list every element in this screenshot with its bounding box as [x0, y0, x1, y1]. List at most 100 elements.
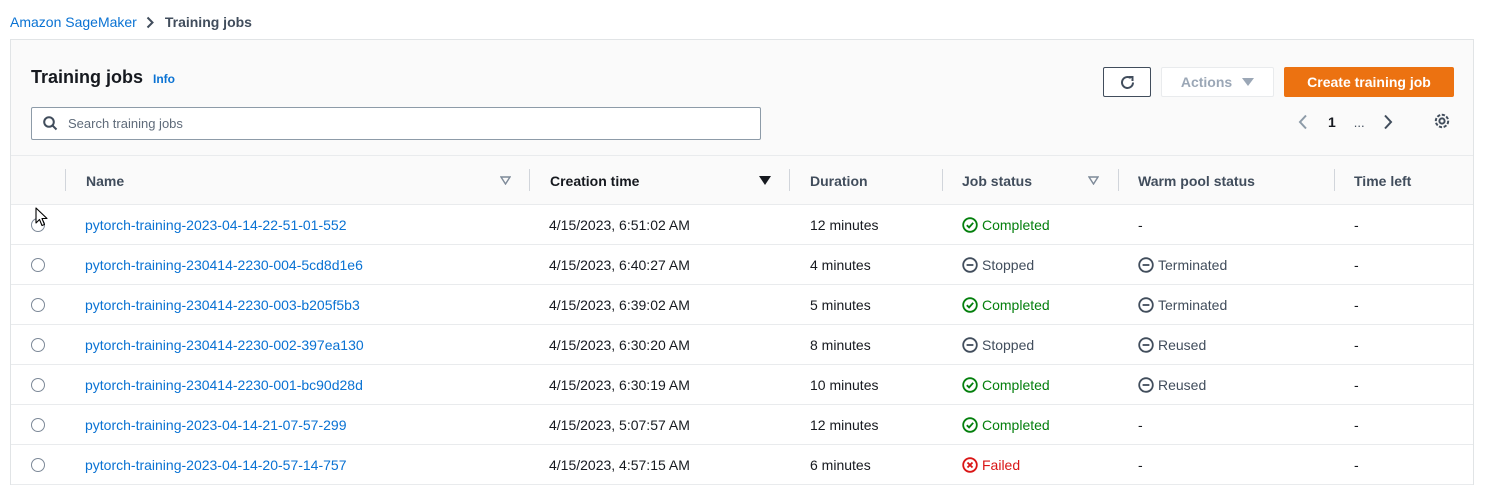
warm-pool-status: Terminated — [1138, 297, 1227, 313]
warm-pool-status-label: Terminated — [1158, 297, 1228, 313]
minus-circle-icon — [1138, 297, 1154, 313]
duration: 4 minutes — [810, 257, 871, 273]
minus-circle-icon — [1138, 377, 1154, 393]
training-jobs-table: Name Creation time Duration Job status W… — [11, 156, 1473, 485]
duration: 12 minutes — [810, 417, 879, 433]
warm-pool-status-label: Terminated — [1158, 257, 1228, 273]
column-divider — [65, 169, 66, 191]
actions-dropdown-button[interactable]: Actions — [1161, 67, 1274, 97]
table-row[interactable]: pytorch-training-230414-2230-003-b205f5b… — [11, 285, 1473, 325]
breadcrumb-sagemaker-link[interactable]: Amazon SageMaker — [10, 14, 137, 30]
search-icon — [43, 116, 58, 131]
duration: 5 minutes — [810, 297, 871, 313]
column-divider — [529, 169, 530, 191]
column-header-creation-time[interactable]: Creation time — [550, 156, 780, 205]
job-status: Completed — [962, 217, 1050, 233]
job-status: Completed — [962, 297, 1050, 313]
column-header-warm-pool-status[interactable]: Warm pool status — [1138, 156, 1328, 205]
x-circle-icon — [962, 457, 978, 473]
gear-icon[interactable] — [1433, 112, 1451, 130]
column-header-name-label: Name — [86, 172, 125, 189]
row-select-radio[interactable] — [31, 458, 45, 472]
check-circle-icon — [962, 297, 978, 313]
warm-pool-status: - — [1138, 457, 1143, 473]
row-select-radio[interactable] — [31, 338, 45, 352]
warm-pool-status-label: Reused — [1158, 337, 1207, 353]
column-header-warm-pool-status-label: Warm pool status — [1138, 172, 1255, 189]
job-status-label: Failed — [982, 457, 1021, 473]
column-header-name[interactable]: Name — [86, 156, 526, 205]
row-select-radio[interactable] — [31, 298, 45, 312]
creation-time: 4/15/2023, 6:51:02 AM — [549, 217, 690, 233]
column-header-creation-time-label: Creation time — [550, 172, 640, 189]
row-select-radio[interactable] — [31, 258, 45, 272]
time-left: - — [1354, 377, 1359, 393]
chevron-right-icon[interactable] — [1383, 114, 1393, 130]
page-number-current[interactable]: 1 — [1328, 114, 1336, 130]
table-row[interactable]: pytorch-training-230414-2230-004-5cd8d1e… — [11, 245, 1473, 285]
refresh-icon — [1119, 74, 1136, 91]
job-status: Completed — [962, 417, 1050, 433]
creation-time: 4/15/2023, 6:30:20 AM — [549, 337, 690, 353]
column-divider — [789, 169, 790, 191]
time-left: - — [1354, 217, 1359, 233]
job-status-label: Completed — [982, 417, 1050, 433]
row-select-radio[interactable] — [31, 418, 45, 432]
warm-pool-status: Reused — [1138, 377, 1206, 393]
breadcrumb-current: Training jobs — [164, 14, 252, 30]
column-header-duration-label: Duration — [810, 172, 868, 189]
refresh-button[interactable] — [1103, 67, 1151, 97]
training-job-name-link[interactable]: pytorch-training-230414-2230-002-397ea13… — [85, 337, 364, 353]
page-title-group: Training jobs Info — [31, 67, 175, 88]
info-link[interactable]: Info — [153, 72, 175, 86]
training-job-name-link[interactable]: pytorch-training-2023-04-14-20-57-14-757 — [85, 457, 347, 473]
check-circle-icon — [962, 377, 978, 393]
job-status: Stopped — [962, 337, 1034, 353]
page-title: Training jobs — [31, 67, 144, 87]
job-status-label: Stopped — [982, 337, 1035, 353]
column-header-job-status[interactable]: Job status — [962, 156, 1107, 205]
minus-circle-icon — [1138, 337, 1154, 353]
search-input[interactable]: Search training jobs — [31, 107, 761, 140]
job-status: Completed — [962, 377, 1050, 393]
table-row[interactable]: pytorch-training-230414-2230-001-bc90d28… — [11, 365, 1473, 405]
column-divider — [942, 169, 943, 191]
job-status-label: Completed — [982, 217, 1050, 233]
training-job-name-link[interactable]: pytorch-training-2023-04-14-21-07-57-299 — [85, 417, 347, 433]
caret-down-icon — [1242, 78, 1255, 86]
table-row[interactable]: pytorch-training-2023-04-14-22-51-01-552… — [11, 205, 1473, 245]
table-row[interactable]: pytorch-training-230414-2230-002-397ea13… — [11, 325, 1473, 365]
column-header-job-status-label: Job status — [962, 172, 1033, 189]
column-header-time-left-label: Time left — [1354, 172, 1412, 189]
creation-time: 4/15/2023, 5:07:57 AM — [549, 417, 690, 433]
training-job-name-link[interactable]: pytorch-training-2023-04-14-22-51-01-552 — [85, 217, 347, 233]
column-header-duration[interactable]: Duration — [810, 156, 940, 205]
creation-time: 4/15/2023, 6:39:02 AM — [549, 297, 690, 313]
table-header: Name Creation time Duration Job status W… — [11, 156, 1473, 205]
duration: 10 minutes — [810, 377, 879, 393]
time-left: - — [1354, 417, 1359, 433]
training-jobs-panel: Training jobs Info Actions Create traini… — [10, 39, 1474, 485]
time-left: - — [1354, 457, 1359, 473]
create-training-job-button[interactable]: Create training job — [1284, 67, 1454, 97]
training-job-name-link[interactable]: pytorch-training-230414-2230-003-b205f5b… — [85, 297, 360, 313]
row-select-radio[interactable] — [31, 378, 45, 392]
actions-label: Actions — [1180, 74, 1233, 90]
warm-pool-status-label: Reused — [1158, 377, 1207, 393]
pagination: 1 ... — [1298, 110, 1393, 134]
column-header-time-left[interactable]: Time left — [1354, 156, 1464, 205]
minus-circle-icon — [1138, 257, 1154, 273]
table-row[interactable]: pytorch-training-2023-04-14-21-07-57-299… — [11, 405, 1473, 445]
creation-time: 4/15/2023, 4:57:15 AM — [549, 457, 690, 473]
job-status-label: Stopped — [982, 257, 1035, 273]
table-row[interactable]: pytorch-training-2023-04-14-20-57-14-757… — [11, 445, 1473, 485]
time-left: - — [1354, 297, 1359, 313]
sort-icon — [1088, 176, 1099, 185]
training-job-name-link[interactable]: pytorch-training-230414-2230-001-bc90d28… — [85, 377, 363, 393]
warm-pool-status: - — [1138, 417, 1143, 433]
check-circle-icon — [962, 217, 978, 233]
training-job-name-link[interactable]: pytorch-training-230414-2230-004-5cd8d1e… — [85, 257, 363, 273]
duration: 6 minutes — [810, 457, 871, 473]
chevron-left-icon[interactable] — [1298, 114, 1308, 130]
minus-circle-icon — [962, 337, 978, 353]
